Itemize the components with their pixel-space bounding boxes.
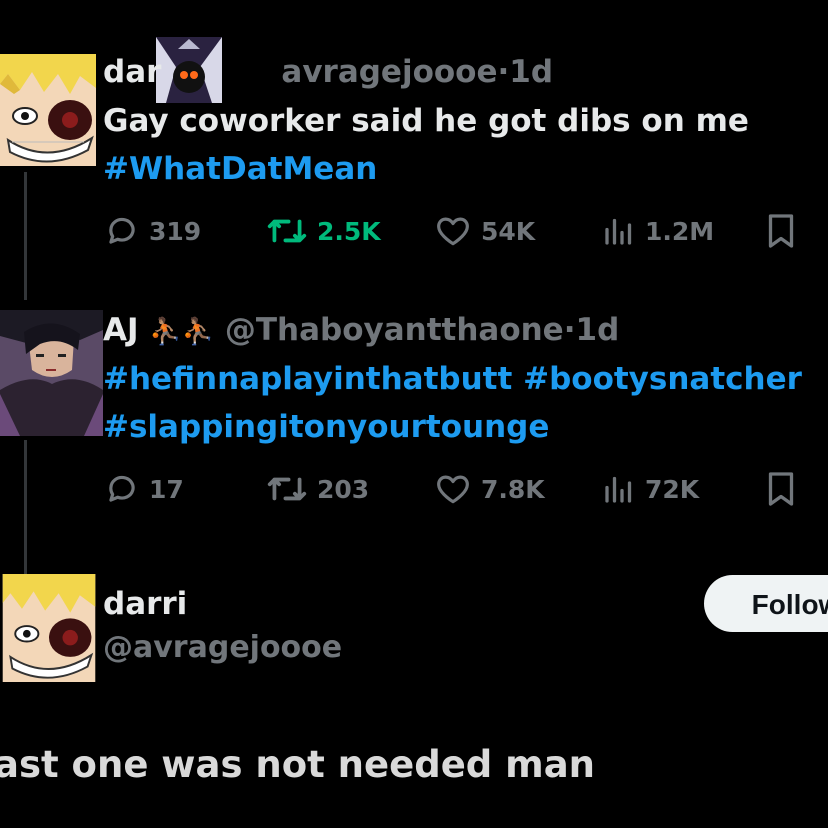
views-icon bbox=[601, 212, 637, 250]
like-count: 54K bbox=[481, 216, 536, 246]
reply-text: ast one was not needed man bbox=[0, 743, 596, 786]
views-count: 72K bbox=[645, 474, 700, 504]
like-count: 7.8K bbox=[481, 474, 545, 504]
basketball-emoji: ⛹🏽⛹🏽 bbox=[149, 317, 215, 347]
tweet-actions: 319 2.5K 54K 1.2M bbox=[103, 211, 823, 251]
avatar[interactable] bbox=[0, 310, 103, 436]
bookmark-icon bbox=[763, 211, 799, 251]
author-name[interactable]: dar bbox=[103, 54, 161, 90]
author-handle[interactable]: @Thaboyantthaone bbox=[225, 312, 564, 348]
author-handle[interactable]: avragejoooe bbox=[281, 54, 497, 90]
hashtag-link[interactable]: #WhatDatMean bbox=[103, 145, 749, 193]
separator-dot: · bbox=[563, 312, 576, 348]
reply-icon bbox=[103, 470, 141, 508]
like-button[interactable]: 54K bbox=[433, 211, 535, 251]
tweet-header: dar avragejoooe·1d bbox=[103, 52, 553, 92]
reply-count: 319 bbox=[149, 216, 202, 246]
timestamp[interactable]: 1d bbox=[509, 54, 553, 90]
timestamp[interactable]: 1d bbox=[576, 312, 620, 348]
views-icon bbox=[601, 470, 637, 508]
reply-count: 17 bbox=[149, 474, 184, 504]
like-button[interactable]: 7.8K bbox=[433, 469, 545, 509]
bookmark-button[interactable] bbox=[763, 469, 799, 509]
avatar[interactable] bbox=[0, 54, 96, 166]
screenshot: dar avragejoooe·1d Gay coworker said he g… bbox=[0, 0, 828, 828]
bookmark-icon bbox=[763, 469, 799, 509]
views-count: 1.2M bbox=[645, 216, 715, 246]
follow-button[interactable]: Follow bbox=[704, 575, 828, 632]
heart-icon bbox=[433, 212, 473, 250]
retweet-button[interactable]: 2.5K bbox=[265, 211, 381, 251]
retweet-count: 2.5K bbox=[317, 216, 381, 246]
profile-name[interactable]: darri bbox=[103, 584, 187, 624]
tweet-body: #hefinnaplayinthatbutt #bootysnatcher #s… bbox=[103, 355, 802, 451]
retweet-icon bbox=[265, 212, 309, 250]
retweet-count: 203 bbox=[317, 474, 370, 504]
bookmark-button[interactable] bbox=[763, 211, 799, 251]
tweet-header: AJ ⛹🏽⛹🏽 @Thaboyantthaone·1d bbox=[103, 310, 619, 352]
hashtag-link[interactable]: #hefinnaplayinthatbutt #bootysnatcher bbox=[103, 355, 802, 403]
thread-line bbox=[24, 172, 27, 300]
profile-handle[interactable]: @avragejoooe bbox=[103, 628, 342, 668]
separator-dot: · bbox=[497, 54, 510, 90]
reply-icon bbox=[103, 212, 141, 250]
views-button[interactable]: 1.2M bbox=[601, 211, 714, 251]
reply-button[interactable]: 319 bbox=[103, 211, 201, 251]
avatar[interactable] bbox=[0, 574, 98, 682]
tweet-body: Gay coworker said he got dibs on me #Wha… bbox=[103, 97, 749, 193]
heart-icon bbox=[433, 470, 473, 508]
tweet-text: Gay coworker said he got dibs on me bbox=[103, 103, 749, 139]
retweet-button[interactable]: 203 bbox=[265, 469, 369, 509]
retweet-icon bbox=[265, 470, 309, 508]
hashtag-link[interactable]: #slappingitonyourtounge bbox=[103, 403, 802, 451]
author-name[interactable]: AJ bbox=[103, 312, 139, 348]
tweet-actions: 17 203 7.8K 72K bbox=[103, 469, 823, 509]
views-button[interactable]: 72K bbox=[601, 469, 699, 509]
thread-line bbox=[24, 440, 27, 585]
reply-button[interactable]: 17 bbox=[103, 469, 184, 509]
